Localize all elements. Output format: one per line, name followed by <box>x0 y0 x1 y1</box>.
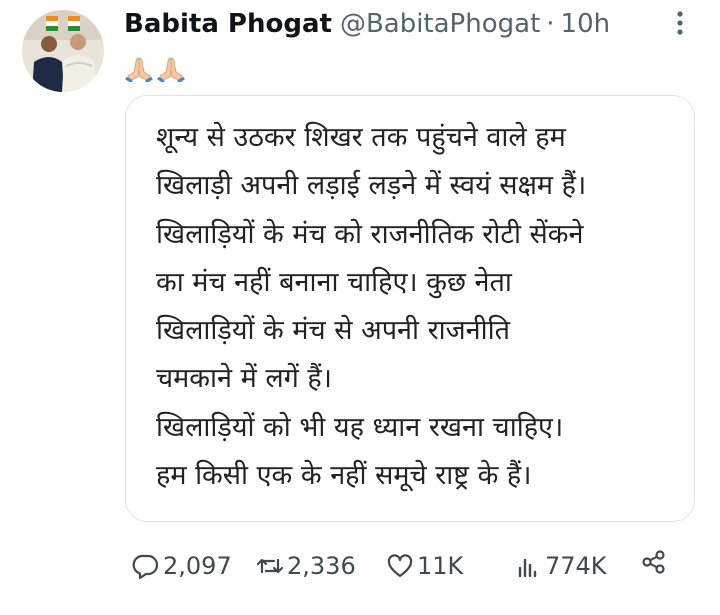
separator-dot: · <box>546 9 555 39</box>
display-name[interactable]: Babita Phogat <box>124 7 332 41</box>
tweet-image-card[interactable]: शून्य से उठकर शिखर तक पहुंचने वाले हम खि… <box>125 95 695 522</box>
share-icon <box>642 550 665 574</box>
views-count: 774K <box>545 552 607 580</box>
tweet-header: Babita Phogat @BabitaPhogat · 10h <box>124 7 610 41</box>
reply-button[interactable]: 2,097 <box>132 548 232 584</box>
reply-icon <box>132 554 159 580</box>
profile-photo-icon <box>22 10 104 92</box>
retweet-button[interactable]: 2,336 <box>256 548 356 584</box>
folded-hands-icon <box>125 57 153 82</box>
tweet-actions: 2,097 2,336 11K 774K <box>132 548 682 584</box>
card-line: खिलाड़ियों के मंच को राजनीतिक रोटी सेंकन… <box>156 218 584 250</box>
reply-count: 2,097 <box>163 552 232 580</box>
views-icon <box>518 558 537 578</box>
card-line: शून्य से उठकर शिखर तक पहुंचने वाले हम <box>156 122 566 153</box>
card-line: खिलाड़ियों के मंच से अपनी राजनीति <box>156 315 511 347</box>
tweet-emoji-text <box>124 56 186 82</box>
share-button[interactable] <box>640 548 671 576</box>
retweet-count: 2,336 <box>287 552 356 580</box>
user-handle[interactable]: @BabitaPhogat <box>340 7 540 41</box>
views-button[interactable]: 774K <box>514 548 607 584</box>
more-vertical-icon[interactable] <box>668 10 692 36</box>
heart-icon <box>387 554 413 578</box>
card-text: शून्य से उठकर शिखर तक पहुंचने वाले हम खि… <box>156 114 674 500</box>
avatar[interactable] <box>22 10 104 92</box>
retweet-icon <box>256 558 284 574</box>
like-count: 11K <box>417 552 464 580</box>
card-line: खिलाड़ियों को भी यह ध्यान रखना चाहिए। <box>156 411 564 443</box>
card-line: चमकाने में लगें हैं। <box>156 363 332 395</box>
card-line: खिलाड़ी अपनी लड़ाई लड़ने में स्वयं सक्षम… <box>156 170 587 202</box>
card-line: का मंच नहीं बनाना चाहिए। कुछ नेता <box>156 266 512 298</box>
timestamp[interactable]: 10h <box>561 7 611 41</box>
folded-hands-icon <box>157 57 185 82</box>
card-line: हम किसी एक के नहीं समूचे राष्ट्र के हैं। <box>156 460 532 492</box>
like-button[interactable]: 11K <box>386 548 463 584</box>
